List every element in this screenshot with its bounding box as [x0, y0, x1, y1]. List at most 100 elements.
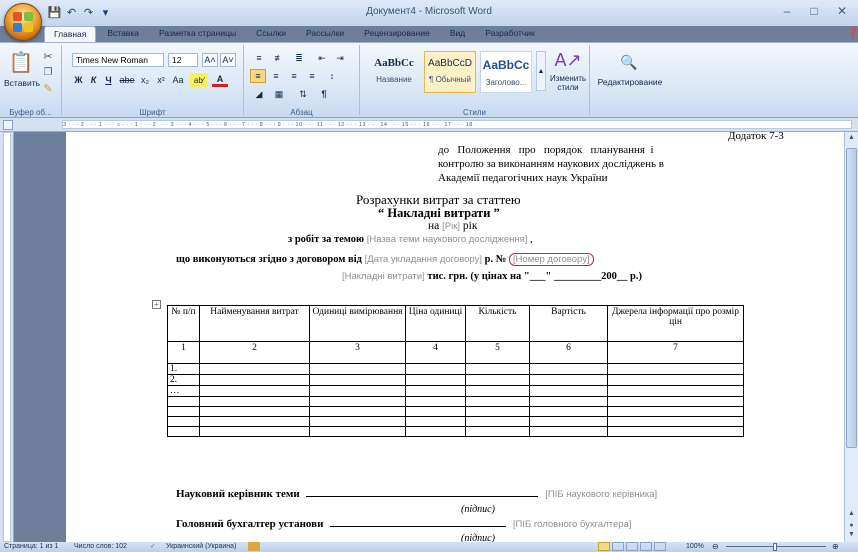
print-layout-view-icon[interactable]: [598, 542, 610, 551]
sort-icon[interactable]: ⇅: [294, 87, 312, 101]
numbering-icon[interactable]: ≢: [270, 51, 288, 65]
table-cell[interactable]: 5: [465, 341, 530, 364]
draft-view-icon[interactable]: [654, 542, 666, 551]
table-cell[interactable]: [199, 426, 310, 437]
paste-icon[interactable]: 📋: [6, 49, 36, 75]
superscript-icon[interactable]: x²: [154, 73, 168, 87]
vertical-scrollbar[interactable]: ▲ ▲ ● ▼: [844, 132, 858, 542]
increase-indent-icon[interactable]: ⇥: [332, 51, 348, 65]
tab-page-layout[interactable]: Разметка страницы: [150, 26, 245, 42]
table-cell[interactable]: …: [167, 385, 200, 397]
date-placeholder[interactable]: [Дата укладання договору]: [365, 254, 482, 265]
table-cell[interactable]: [199, 374, 310, 386]
table-cell[interactable]: 4: [405, 341, 466, 364]
tab-review[interactable]: Рецензирование: [355, 26, 439, 42]
table-cell[interactable]: 3: [309, 341, 406, 364]
table-cell[interactable]: [309, 374, 406, 386]
table-cell[interactable]: [309, 363, 406, 375]
table-cell[interactable]: [529, 385, 608, 397]
table-cell[interactable]: [405, 385, 466, 397]
word-count[interactable]: Число слов: 102: [74, 543, 127, 550]
table-cell[interactable]: [167, 426, 200, 437]
table-cell[interactable]: [405, 416, 466, 427]
table-cell[interactable]: [465, 385, 530, 397]
scroll-thumb[interactable]: [846, 148, 857, 448]
maximize-icon[interactable]: □: [802, 4, 826, 18]
table-cell[interactable]: [607, 363, 744, 375]
align-left-icon[interactable]: ≡: [250, 69, 266, 83]
highlight-icon[interactable]: ab⁄: [190, 73, 208, 87]
table-cell[interactable]: [465, 374, 530, 386]
table-cell[interactable]: [199, 396, 310, 407]
copy-icon[interactable]: ❐: [40, 65, 56, 79]
style-heading[interactable]: AaBbCc Заголово...: [480, 51, 532, 93]
paste-button[interactable]: Вставить: [0, 77, 44, 89]
table-cell[interactable]: [465, 363, 530, 375]
table-move-handle-icon[interactable]: +: [152, 300, 161, 309]
table-cell[interactable]: [529, 406, 608, 417]
table-cell[interactable]: [607, 385, 744, 397]
multilevel-list-icon[interactable]: ≣: [290, 51, 308, 65]
table-cell[interactable]: [529, 374, 608, 386]
vertical-ruler[interactable]: [0, 132, 14, 542]
table-cell[interactable]: [309, 426, 406, 437]
change-styles-icon[interactable]: A↗: [550, 49, 586, 71]
table-cell[interactable]: [405, 363, 466, 375]
underline-icon[interactable]: Ч: [102, 73, 115, 87]
shrink-font-icon[interactable]: A˅: [220, 53, 236, 67]
prev-page-icon[interactable]: ▲: [846, 510, 857, 521]
table-cell[interactable]: [199, 416, 310, 427]
table-cell[interactable]: [607, 416, 744, 427]
line-spacing-icon[interactable]: ↕: [324, 69, 340, 83]
italic-icon[interactable]: К: [87, 73, 100, 87]
table-cell[interactable]: [167, 416, 200, 427]
table-cell[interactable]: [309, 416, 406, 427]
bold-icon[interactable]: Ж: [72, 73, 85, 87]
decrease-indent-icon[interactable]: ⇤: [314, 51, 330, 65]
table-cell[interactable]: 1.: [167, 363, 200, 375]
tab-home[interactable]: Главная: [44, 26, 97, 42]
strikethrough-icon[interactable]: abe: [118, 73, 136, 87]
align-right-icon[interactable]: ≡: [286, 69, 302, 83]
show-marks-icon[interactable]: ¶: [316, 87, 332, 101]
zoom-slider-thumb[interactable]: [773, 543, 777, 551]
table-cell[interactable]: [405, 396, 466, 407]
document-page[interactable]: Додаток 7-3 до Положення про порядок пла…: [66, 130, 846, 544]
minimize-icon[interactable]: –: [775, 4, 799, 18]
styles-scroll-icon[interactable]: ▲: [536, 51, 546, 91]
table-cell[interactable]: [167, 396, 200, 407]
table-cell[interactable]: [199, 406, 310, 417]
scroll-up-icon[interactable]: ▲: [846, 134, 857, 145]
tab-insert[interactable]: Вставка: [98, 26, 148, 42]
topic-placeholder[interactable]: [Назва теми наукового дослідження]: [367, 234, 528, 245]
browse-object-icon[interactable]: ●: [846, 522, 857, 531]
table-cell[interactable]: 7: [607, 341, 744, 364]
table-cell[interactable]: [607, 426, 744, 437]
tab-view[interactable]: Вид: [441, 26, 474, 42]
table-cell[interactable]: [529, 416, 608, 427]
style-normal[interactable]: AaBbCcD ¶ Обычный: [424, 51, 476, 93]
office-button[interactable]: [4, 3, 42, 41]
table-cell[interactable]: [529, 426, 608, 437]
table-cell[interactable]: [465, 416, 530, 427]
table-cell[interactable]: 6: [529, 341, 608, 364]
table-cell[interactable]: [167, 406, 200, 417]
bullets-icon[interactable]: ≡: [250, 51, 268, 65]
font-size-combo[interactable]: 12: [168, 53, 198, 67]
editing-group-label[interactable]: Редактирование: [590, 77, 670, 87]
year-placeholder[interactable]: [Рік]: [442, 221, 460, 232]
table-cell[interactable]: 2: [199, 341, 310, 364]
table-cell[interactable]: [465, 406, 530, 417]
grow-font-icon[interactable]: A˄: [202, 53, 218, 67]
table-cell[interactable]: [309, 406, 406, 417]
spelling-icon[interactable]: ✓: [150, 542, 156, 550]
full-screen-view-icon[interactable]: [612, 542, 624, 551]
table-cell[interactable]: [607, 406, 744, 417]
find-icon[interactable]: 🔍: [614, 51, 644, 73]
table-cell[interactable]: [529, 396, 608, 407]
font-color-icon[interactable]: A: [212, 73, 228, 87]
zoom-level[interactable]: 100%: [686, 543, 704, 550]
head-name-placeholder[interactable]: [ПІБ наукового керівника]: [545, 489, 657, 500]
tab-developer[interactable]: Разработчик: [476, 26, 544, 42]
tab-references[interactable]: Ссылки: [247, 26, 295, 42]
